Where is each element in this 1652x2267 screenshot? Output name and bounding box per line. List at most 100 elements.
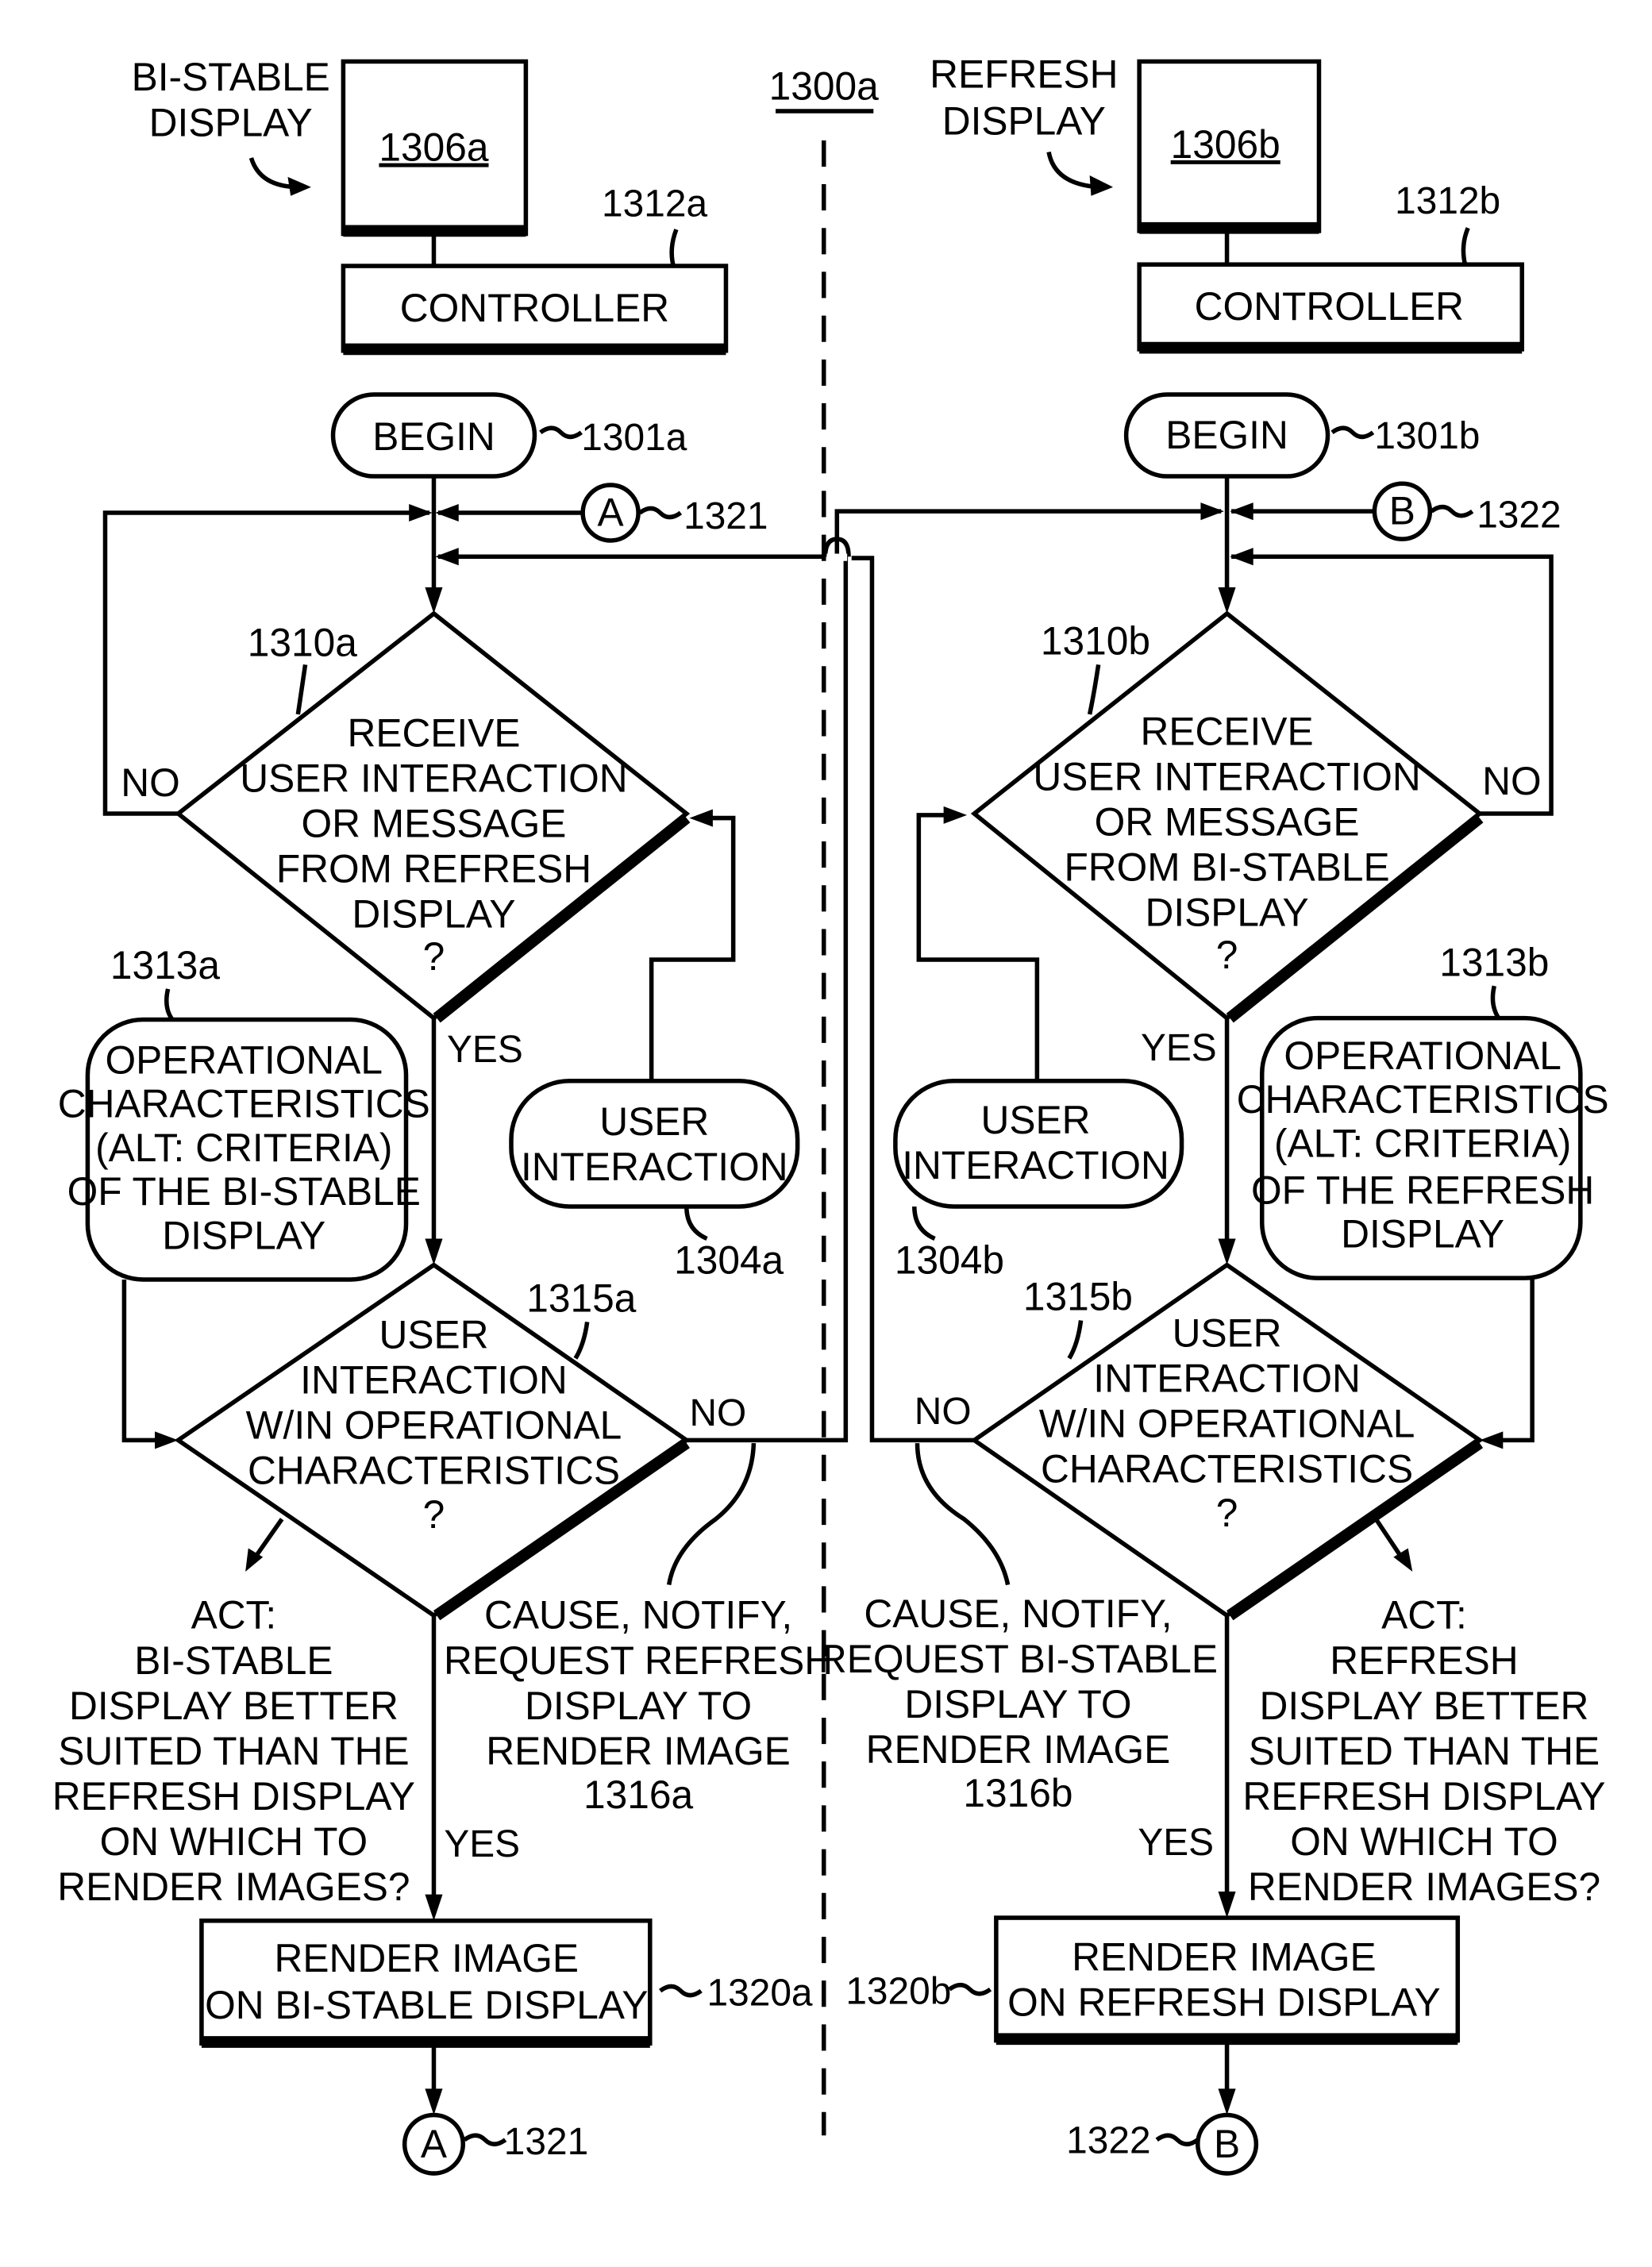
right-act-line-4: SUITED THAN THE <box>1249 1729 1600 1773</box>
right-cause-line-3: DISPLAY TO <box>904 1682 1131 1726</box>
left-begin-ref: 1301a <box>581 417 687 459</box>
right-cause-line-5: 1316b <box>963 1771 1072 1815</box>
right-flow: REFRESH DISPLAY 1306b CONTROLLER 1312b B… <box>818 52 1609 2176</box>
right-op-line <box>1489 1278 1535 1443</box>
left-decision-1-line-4: FROM REFRESH <box>276 847 591 891</box>
right-decision-1-line-1: RECEIVE <box>1141 710 1314 754</box>
left-op-ref: 1313a <box>110 943 220 987</box>
right-cause-line-4: RENDER IMAGE <box>866 1727 1171 1772</box>
left-end-connector-a-leader <box>463 2133 507 2147</box>
right-decision-2-yes-arrow <box>1218 1891 1236 1919</box>
left-display-caption-1: BI-STABLE <box>132 55 330 99</box>
right-op-line-1: OPERATIONAL <box>1284 1033 1562 1078</box>
right-decision-2-line-3: W/IN OPERATIONAL <box>1039 1402 1415 1446</box>
right-op-line-2: CHARACTERISTICS <box>1237 1077 1609 1122</box>
right-op-line-4: OF THE REFRESH <box>1251 1168 1594 1212</box>
right-yes-arrow <box>1218 1238 1236 1265</box>
flowchart-diagram: 1300a BI-STABLE DISPLAY 1306a CONTROLLER… <box>52 52 1609 2176</box>
right-connector-b-arrow <box>1230 502 1253 521</box>
right-act-line-6: ON WHICH TO <box>1290 1819 1558 1864</box>
left-controller-label: CONTROLLER <box>400 286 669 330</box>
left-render-ref: 1320a <box>707 1972 813 2014</box>
left-cause-line-5: 1316a <box>583 1772 693 1817</box>
right-decision-2-line-4: CHARACTERISTICS <box>1041 1447 1413 1491</box>
left-controller-ref: 1312a <box>602 183 707 225</box>
left-cause-line-2: REQUEST REFRESH <box>444 1638 833 1683</box>
right-display-caption-2: DISPLAY <box>942 98 1106 143</box>
right-decision-2-yes: YES <box>1138 1822 1214 1864</box>
left-op-line <box>121 1279 167 1443</box>
left-user-interaction-ref-leader <box>684 1206 708 1241</box>
right-user-interaction-line <box>916 813 1040 1081</box>
left-yes-label: YES <box>447 1029 523 1071</box>
left-op-line-1: OPERATIONAL <box>106 1038 383 1083</box>
right-op-ref: 1313b <box>1439 940 1549 984</box>
left-connector-a-arrow <box>435 503 459 522</box>
right-no-loop-arrow <box>1230 548 1253 566</box>
left-decision-1-ref: 1310a <box>248 620 357 664</box>
left-render-line-1: RENDER IMAGE <box>275 1936 580 1980</box>
left-display-ref: 1306a <box>379 125 488 170</box>
left-decision-2-line-3: W/IN OPERATIONAL <box>246 1403 622 1448</box>
right-decision-2-ref: 1315b <box>1023 1275 1133 1319</box>
right-end-connector-b-leader <box>1155 2133 1200 2147</box>
left-act-line-6: ON WHICH TO <box>100 1819 368 1864</box>
right-decision-2-no: NO <box>915 1391 972 1433</box>
left-op-line-2: CHARACTERISTICS <box>58 1082 430 1126</box>
right-op-line-5: DISPLAY <box>1341 1212 1504 1257</box>
right-render-line-2: ON REFRESH DISPLAY <box>1007 1980 1440 2024</box>
right-display-ref: 1306b <box>1171 122 1280 167</box>
right-display-caption-1: REFRESH <box>930 52 1118 97</box>
right-return-arrow <box>1200 502 1224 521</box>
right-op-ref-leader <box>1490 985 1501 1020</box>
right-end-connector-b-label: B <box>1214 2122 1240 2166</box>
right-user-interaction-line-1: USER <box>981 1098 1091 1142</box>
right-main-arrow <box>1218 587 1236 614</box>
left-user-interaction-line-2: INTERACTION <box>521 1145 788 1189</box>
left-cause-line-4: RENDER IMAGE <box>486 1729 791 1773</box>
left-op-ref-leader <box>164 988 175 1022</box>
left-end-connector-a-label: A <box>421 2122 448 2166</box>
left-act-line-5: REFRESH DISPLAY <box>52 1774 415 1819</box>
left-act-line-4: SUITED THAN THE <box>58 1729 409 1773</box>
right-cause-leader <box>915 1443 1011 1586</box>
right-controller-label: CONTROLLER <box>1195 284 1464 329</box>
left-act-line-3: DISPLAY BETTER <box>69 1684 399 1728</box>
right-decision-1-ref-leader <box>1087 664 1101 715</box>
left-decision-2-line-2: INTERACTION <box>300 1358 568 1403</box>
right-user-interaction-ref-leader <box>912 1206 936 1241</box>
right-act-line-7: RENDER IMAGES? <box>1248 1865 1600 1909</box>
left-connector-a-leader <box>638 506 683 520</box>
left-user-interaction-line-1: USER <box>599 1099 709 1144</box>
left-decision-1-line-2: USER INTERACTION <box>240 756 627 800</box>
left-connector-a-label: A <box>598 491 625 535</box>
left-user-interaction-ref: 1304a <box>674 1238 784 1283</box>
right-cause-line-1: CAUSE, NOTIFY, <box>864 1592 1172 1636</box>
left-main-arrow <box>425 587 443 614</box>
right-begin-ref-leader <box>1330 425 1375 440</box>
left-decision-2-line-5: ? <box>423 1492 445 1537</box>
right-user-interaction-arrow <box>943 806 968 824</box>
left-decision-1-ref-leader <box>295 664 308 715</box>
right-decision-2-ref-leader <box>1067 1320 1084 1360</box>
right-decision-1-line-5: DISPLAY <box>1146 891 1309 935</box>
left-controller-ref-leader <box>669 229 679 267</box>
left-cause-line-3: DISPLAY TO <box>525 1684 752 1728</box>
left-decision-2-ref: 1315a <box>526 1276 636 1320</box>
right-decision-2-line-1: USER <box>1173 1311 1282 1356</box>
right-connector-b-label: B <box>1389 489 1415 533</box>
left-decision-2-yes-arrow <box>425 1894 443 1921</box>
right-cause-line-2: REQUEST BI-STABLE <box>818 1637 1218 1681</box>
right-act-line-5: REFRESH DISPLAY <box>1242 1774 1605 1819</box>
left-op-line-3: (ALT: CRITERIA) <box>95 1126 392 1170</box>
right-render-line-1: RENDER IMAGE <box>1072 1934 1377 1979</box>
right-render-ref: 1320b <box>845 1971 951 2013</box>
left-cause-leader <box>666 1442 757 1586</box>
right-connector-b-leader <box>1430 504 1474 518</box>
right-decision-2-line-2: INTERACTION <box>1093 1357 1361 1401</box>
right-op-line-3: (ALT: CRITERIA) <box>1274 1121 1571 1165</box>
right-decision-1-line-4: FROM BI-STABLE <box>1064 845 1389 890</box>
right-controller-ref: 1312b <box>1395 180 1500 222</box>
left-decision-2-ref-leader <box>573 1321 590 1360</box>
left-no-label: NO <box>121 760 179 805</box>
